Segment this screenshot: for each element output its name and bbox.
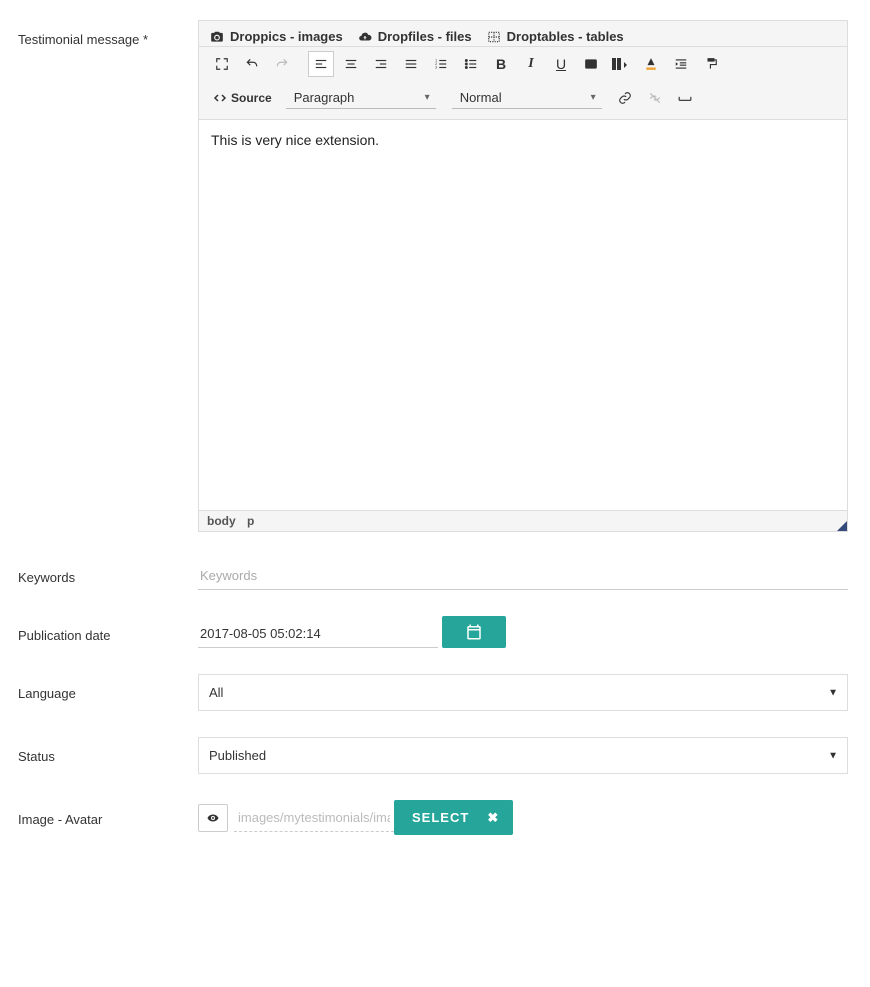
align-justify-icon[interactable] xyxy=(398,51,424,77)
underline-icon[interactable]: U xyxy=(548,51,574,77)
redo-icon[interactable] xyxy=(269,51,295,77)
droptables-label: Droptables - tables xyxy=(507,29,624,44)
dropfiles-label: Dropfiles - files xyxy=(378,29,472,44)
calendar-button[interactable] xyxy=(442,616,506,648)
unlink-icon[interactable] xyxy=(642,85,668,111)
cloud-upload-icon xyxy=(357,30,373,44)
ordered-list-icon[interactable]: 123 xyxy=(428,51,454,77)
language-select[interactable]: All xyxy=(198,674,848,711)
spacer-icon[interactable] xyxy=(672,85,698,111)
editor-footer: body p xyxy=(199,510,847,531)
label-publication-date: Publication date xyxy=(18,616,198,648)
paragraph-format-value: Paragraph xyxy=(294,90,355,105)
media-icon[interactable] xyxy=(578,51,604,77)
label-image-avatar: Image - Avatar xyxy=(18,800,198,835)
code-icon xyxy=(213,92,227,104)
chevron-down-icon: ▾ xyxy=(425,92,430,103)
dropfiles-button[interactable]: Dropfiles - files xyxy=(357,29,472,44)
style-value: Normal xyxy=(460,90,502,105)
droptables-button[interactable]: Droptables - tables xyxy=(486,29,624,44)
label-language: Language xyxy=(18,674,198,711)
paragraph-format-dropdown[interactable]: Paragraph ▾ xyxy=(286,87,436,109)
select-image-label: SELECT xyxy=(412,810,469,825)
columns-icon[interactable] xyxy=(608,51,634,77)
bold-icon[interactable]: B xyxy=(488,51,514,77)
rich-text-editor: Droppics - images Dropfiles - files Drop… xyxy=(198,20,848,532)
editor-content-area[interactable]: This is very nice extension. xyxy=(199,120,847,510)
resize-handle-icon[interactable] xyxy=(837,521,847,531)
table-dotted-icon xyxy=(486,30,502,44)
italic-icon[interactable]: I xyxy=(518,51,544,77)
undo-icon[interactable] xyxy=(239,51,265,77)
source-label: Source xyxy=(231,91,272,105)
align-center-icon[interactable] xyxy=(338,51,364,77)
camera-icon xyxy=(209,30,225,44)
droppics-button[interactable]: Droppics - images xyxy=(209,29,343,44)
fullscreen-icon[interactable] xyxy=(209,51,235,77)
label-keywords: Keywords xyxy=(18,558,198,590)
label-testimonial-message: Testimonial message * xyxy=(18,20,198,532)
unordered-list-icon[interactable] xyxy=(458,51,484,77)
keywords-input[interactable] xyxy=(198,558,848,590)
text-color-icon[interactable] xyxy=(638,51,664,77)
path-p[interactable]: p xyxy=(247,514,254,528)
eye-icon xyxy=(205,812,221,824)
format-paint-icon[interactable] xyxy=(698,51,724,77)
droppics-label: Droppics - images xyxy=(230,29,343,44)
style-dropdown[interactable]: Normal ▾ xyxy=(452,87,602,109)
preview-button[interactable] xyxy=(198,804,228,832)
editor-format-row: 123 B I U xyxy=(199,47,847,81)
clear-image-icon[interactable]: ✖ xyxy=(487,810,499,826)
label-status: Status xyxy=(18,737,198,774)
align-left-icon[interactable] xyxy=(308,51,334,77)
svg-text:3: 3 xyxy=(435,66,437,70)
source-button[interactable]: Source xyxy=(209,88,276,108)
editor-plugins-row: Droppics - images Dropfiles - files Drop… xyxy=(199,21,847,47)
calendar-icon xyxy=(465,623,483,641)
chevron-down-icon: ▾ xyxy=(591,92,596,103)
align-right-icon[interactable] xyxy=(368,51,394,77)
path-body[interactable]: body xyxy=(207,514,236,528)
publication-date-input[interactable] xyxy=(198,616,438,648)
editor-source-row: Source Paragraph ▾ Normal ▾ xyxy=(199,81,847,120)
link-icon[interactable] xyxy=(612,85,638,111)
select-image-button[interactable]: SELECT ✖ xyxy=(394,800,513,835)
image-path-input[interactable] xyxy=(234,804,394,832)
indent-icon[interactable] xyxy=(668,51,694,77)
status-select[interactable]: Published xyxy=(198,737,848,774)
